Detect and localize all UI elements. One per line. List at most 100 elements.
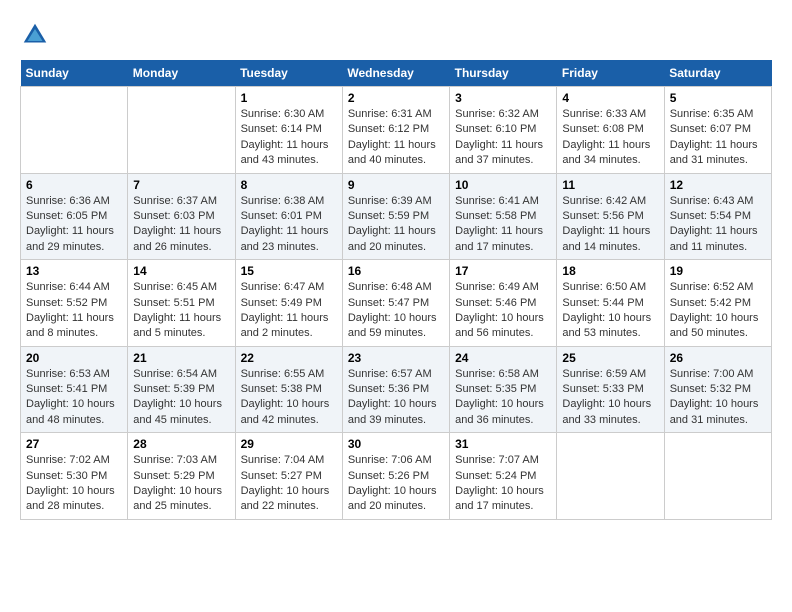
day-info: Sunrise: 6:53 AM Sunset: 5:41 PM Dayligh… [26,367,122,429]
day-number: 22 [241,351,337,365]
sunrise-text: Sunrise: 6:54 AM [133,368,217,380]
day-number: 16 [348,264,444,278]
day-info: Sunrise: 6:48 AM Sunset: 5:47 PM Dayligh… [348,280,444,342]
sunrise-text: Sunrise: 7:07 AM [455,454,539,466]
sunrise-text: Sunrise: 6:39 AM [348,195,432,207]
calendar-day-cell: 8 Sunrise: 6:38 AM Sunset: 6:01 PM Dayli… [235,173,342,260]
day-info: Sunrise: 6:35 AM Sunset: 6:07 PM Dayligh… [670,107,766,169]
daylight-text: Daylight: 10 hours and 48 minutes. [26,398,115,425]
daylight-text: Daylight: 11 hours and 11 minutes. [670,225,758,252]
calendar-day-cell: 14 Sunrise: 6:45 AM Sunset: 5:51 PM Dayl… [128,260,235,347]
day-info: Sunrise: 6:59 AM Sunset: 5:33 PM Dayligh… [562,367,658,429]
calendar-day-cell: 20 Sunrise: 6:53 AM Sunset: 5:41 PM Dayl… [21,346,128,433]
daylight-text: Daylight: 11 hours and 14 minutes. [562,225,650,252]
daylight-text: Daylight: 11 hours and 43 minutes. [241,139,329,166]
day-info: Sunrise: 6:47 AM Sunset: 5:49 PM Dayligh… [241,280,337,342]
daylight-text: Daylight: 11 hours and 37 minutes. [455,139,543,166]
sunset-text: Sunset: 6:03 PM [133,210,214,222]
sunrise-text: Sunrise: 7:00 AM [670,368,754,380]
day-info: Sunrise: 7:04 AM Sunset: 5:27 PM Dayligh… [241,453,337,515]
day-info: Sunrise: 6:45 AM Sunset: 5:51 PM Dayligh… [133,280,229,342]
sunset-text: Sunset: 5:32 PM [670,383,751,395]
day-info: Sunrise: 6:37 AM Sunset: 6:03 PM Dayligh… [133,194,229,256]
day-number: 7 [133,178,229,192]
sunrise-text: Sunrise: 6:43 AM [670,195,754,207]
day-number: 24 [455,351,551,365]
day-of-week-header: Tuesday [235,60,342,87]
day-info: Sunrise: 7:02 AM Sunset: 5:30 PM Dayligh… [26,453,122,515]
day-info: Sunrise: 7:06 AM Sunset: 5:26 PM Dayligh… [348,453,444,515]
day-number: 9 [348,178,444,192]
daylight-text: Daylight: 11 hours and 8 minutes. [26,312,114,339]
sunset-text: Sunset: 5:47 PM [348,297,429,309]
sunrise-text: Sunrise: 6:37 AM [133,195,217,207]
calendar-day-cell: 23 Sunrise: 6:57 AM Sunset: 5:36 PM Dayl… [342,346,449,433]
day-info: Sunrise: 6:55 AM Sunset: 5:38 PM Dayligh… [241,367,337,429]
sunrise-text: Sunrise: 6:57 AM [348,368,432,380]
daylight-text: Daylight: 11 hours and 23 minutes. [241,225,329,252]
calendar-day-cell: 25 Sunrise: 6:59 AM Sunset: 5:33 PM Dayl… [557,346,664,433]
sunset-text: Sunset: 5:54 PM [670,210,751,222]
sunrise-text: Sunrise: 7:06 AM [348,454,432,466]
day-info: Sunrise: 7:00 AM Sunset: 5:32 PM Dayligh… [670,367,766,429]
calendar-day-cell: 10 Sunrise: 6:41 AM Sunset: 5:58 PM Dayl… [450,173,557,260]
sunrise-text: Sunrise: 6:30 AM [241,108,325,120]
sunrise-text: Sunrise: 7:02 AM [26,454,110,466]
sunset-text: Sunset: 6:14 PM [241,123,322,135]
daylight-text: Daylight: 10 hours and 39 minutes. [348,398,437,425]
day-number: 4 [562,91,658,105]
day-number: 11 [562,178,658,192]
calendar-day-cell: 12 Sunrise: 6:43 AM Sunset: 5:54 PM Dayl… [664,173,771,260]
daylight-text: Daylight: 11 hours and 26 minutes. [133,225,221,252]
day-number: 12 [670,178,766,192]
day-info: Sunrise: 6:57 AM Sunset: 5:36 PM Dayligh… [348,367,444,429]
day-of-week-header: Saturday [664,60,771,87]
day-info: Sunrise: 6:50 AM Sunset: 5:44 PM Dayligh… [562,280,658,342]
day-number: 31 [455,437,551,451]
sunset-text: Sunset: 5:29 PM [133,470,214,482]
sunset-text: Sunset: 5:51 PM [133,297,214,309]
calendar-body: 1 Sunrise: 6:30 AM Sunset: 6:14 PM Dayli… [21,87,772,520]
sunset-text: Sunset: 5:58 PM [455,210,536,222]
sunrise-text: Sunrise: 6:32 AM [455,108,539,120]
daylight-text: Daylight: 11 hours and 40 minutes. [348,139,436,166]
calendar-day-cell: 29 Sunrise: 7:04 AM Sunset: 5:27 PM Dayl… [235,433,342,520]
daylight-text: Daylight: 10 hours and 25 minutes. [133,485,222,512]
sunset-text: Sunset: 5:52 PM [26,297,107,309]
calendar-day-cell: 2 Sunrise: 6:31 AM Sunset: 6:12 PM Dayli… [342,87,449,174]
calendar-day-cell: 15 Sunrise: 6:47 AM Sunset: 5:49 PM Dayl… [235,260,342,347]
calendar-day-cell: 1 Sunrise: 6:30 AM Sunset: 6:14 PM Dayli… [235,87,342,174]
day-number: 5 [670,91,766,105]
calendar-table: SundayMondayTuesdayWednesdayThursdayFrid… [20,60,772,520]
sunset-text: Sunset: 5:27 PM [241,470,322,482]
calendar-day-cell: 31 Sunrise: 7:07 AM Sunset: 5:24 PM Dayl… [450,433,557,520]
day-number: 27 [26,437,122,451]
day-info: Sunrise: 7:03 AM Sunset: 5:29 PM Dayligh… [133,453,229,515]
sunset-text: Sunset: 6:10 PM [455,123,536,135]
calendar-day-cell: 24 Sunrise: 6:58 AM Sunset: 5:35 PM Dayl… [450,346,557,433]
calendar-day-cell: 30 Sunrise: 7:06 AM Sunset: 5:26 PM Dayl… [342,433,449,520]
day-info: Sunrise: 6:30 AM Sunset: 6:14 PM Dayligh… [241,107,337,169]
calendar-day-cell: 4 Sunrise: 6:33 AM Sunset: 6:08 PM Dayli… [557,87,664,174]
logo [20,20,56,50]
daylight-text: Daylight: 10 hours and 20 minutes. [348,485,437,512]
calendar-day-cell [21,87,128,174]
calendar-day-cell: 3 Sunrise: 6:32 AM Sunset: 6:10 PM Dayli… [450,87,557,174]
sunrise-text: Sunrise: 6:35 AM [670,108,754,120]
day-number: 20 [26,351,122,365]
daylight-text: Daylight: 11 hours and 5 minutes. [133,312,221,339]
day-number: 30 [348,437,444,451]
sunset-text: Sunset: 5:30 PM [26,470,107,482]
day-of-week-header: Monday [128,60,235,87]
calendar-day-cell: 17 Sunrise: 6:49 AM Sunset: 5:46 PM Dayl… [450,260,557,347]
calendar-day-cell: 28 Sunrise: 7:03 AM Sunset: 5:29 PM Dayl… [128,433,235,520]
day-number: 2 [348,91,444,105]
sunrise-text: Sunrise: 6:59 AM [562,368,646,380]
sunset-text: Sunset: 5:56 PM [562,210,643,222]
day-of-week-header: Thursday [450,60,557,87]
day-number: 3 [455,91,551,105]
calendar-week-row: 1 Sunrise: 6:30 AM Sunset: 6:14 PM Dayli… [21,87,772,174]
daylight-text: Daylight: 10 hours and 56 minutes. [455,312,544,339]
calendar-day-cell [557,433,664,520]
sunset-text: Sunset: 6:12 PM [348,123,429,135]
